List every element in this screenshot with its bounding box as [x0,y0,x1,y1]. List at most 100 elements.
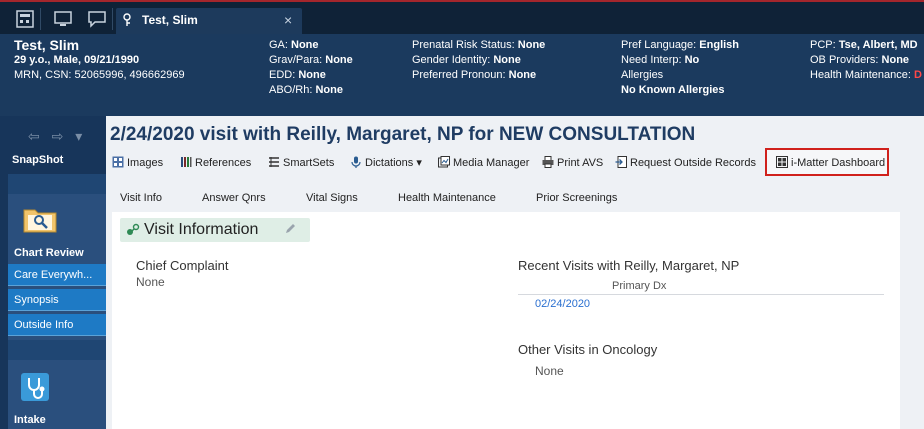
top-accent-line [0,0,924,2]
interp-value: No [684,54,700,66]
references-icon [181,157,192,167]
recent-visits-divider [518,294,884,295]
sidebar-band [8,340,106,360]
patient-pin-icon [123,13,131,26]
lang-label: Pref Language: [621,39,697,51]
smartsets-button[interactable]: SmartSets [268,156,334,169]
request-outside-records-label: Request Outside Records [630,157,756,169]
visit-info-header: Visit Information [120,218,310,242]
visit-info-content: Visit Information Chief Complaint None R… [112,212,900,429]
references-label: References [195,157,252,169]
patient-mrn: MRN, CSN: 52065996, 496662969 [14,69,185,81]
sidebar-panel: Chart Review Care Everywh... Synopsis Ou… [8,174,106,429]
patient-identity: Test, Slim 29 y.o., Male, 09/21/1990 MRN… [14,38,185,83]
hm-label[interactable]: Health Maintenance: [810,69,911,81]
patient-name: Test, Slim [14,37,80,53]
sidebar-item-snapshot[interactable]: SnapShot [12,154,63,166]
top-toolbar: Test, Slim × [0,0,924,34]
provider-summary: PCP: Tse, Albert, MD OB Providers: None … [810,38,922,83]
smartsets-icon [269,157,279,167]
primary-dx-header: Primary Dx [612,280,667,292]
request-records-icon [615,156,627,168]
print-avs-button[interactable]: Print AVS [542,156,603,169]
sidebar: ⇦ ⇨ ▾ SnapShot Chart Review Care Everywh… [0,116,106,429]
patient-age: 29 y.o., Male, 09/21/1990 [14,54,140,66]
images-button[interactable]: Images [112,156,163,169]
edd-value: None [298,69,326,81]
chief-complaint-label: Chief Complaint [136,258,229,273]
interp-label: Need Interp: [621,54,682,66]
images-icon [112,156,124,168]
gender-label: Gender Identity: [412,54,491,66]
lang-value: English [699,39,740,51]
media-manager-icon [438,156,450,168]
dictations-label: Dictations [365,157,414,169]
ga-value: None [291,39,319,51]
pcp-label: PCP: [810,39,836,51]
hm-value: D [913,69,922,81]
gravpara-label: Grav/Para: [269,54,323,66]
aborh-label: ABO/Rh: [269,84,313,96]
sidebar-item-intake[interactable]: Intake [14,414,46,426]
calculator-icon[interactable] [14,10,36,28]
pcp-value[interactable]: Tse, Albert, MD [839,39,918,51]
tab-vital-signs[interactable]: Vital Signs [306,192,358,204]
recent-visit-date-link[interactable]: 02/24/2020 [535,298,590,310]
demographics-summary: Prenatal Risk Status: None Gender Identi… [412,38,545,83]
visit-info-icon [127,223,140,235]
request-outside-records-button[interactable]: Request Outside Records [615,156,756,169]
pronoun-value: None [508,69,537,81]
toolbar-separator [40,8,41,30]
folder-icon[interactable] [22,204,58,234]
microphone-icon [351,156,361,168]
smartsets-label: SmartSets [283,157,335,169]
aborh-value: None [315,84,343,96]
pronoun-label: Preferred Pronoun: [412,69,506,81]
gender-value: None [493,54,521,66]
tab-visit-info[interactable]: Visit Info [120,192,162,204]
monitor-icon[interactable] [52,10,74,28]
references-button[interactable]: References [180,156,251,169]
tab-prior-screenings[interactable]: Prior Screenings [536,192,617,204]
imatter-dashboard-button[interactable]: i-Matter Dashboard [776,156,885,169]
toolbar-separator [112,8,113,30]
visit-info-title: Visit Information [144,221,259,238]
allergies-value: No Known Allergies [621,84,725,96]
gravpara-value: None [325,54,353,66]
prenatal-value: None [517,39,546,51]
allergies-label[interactable]: Allergies [621,68,739,83]
sidebar-item-chart-review[interactable]: Chart Review [14,247,84,259]
printer-icon [542,156,554,168]
chat-icon[interactable] [86,10,108,28]
imatter-dashboard-label: i-Matter Dashboard [791,157,886,169]
dictations-button[interactable]: Dictations ▾ [350,156,422,169]
patient-header: Test, Slim 29 y.o., Male, 09/21/1990 MRN… [0,34,924,116]
chevron-down-icon: ▾ [416,157,422,169]
images-label: Images [127,157,164,169]
ob-label: OB Providers: [810,54,879,66]
edd-label: EDD: [269,69,296,81]
nav-arrows[interactable]: ⇦ ⇨ ▾ [28,128,86,145]
prenatal-label: Prenatal Risk Status: [412,39,515,51]
tab-answer-qnrs[interactable]: Answer Qnrs [202,192,266,204]
sidebar-item-outside-info[interactable]: Outside Info [8,314,106,336]
language-allergy-summary: Pref Language: English Need Interp: No A… [621,38,739,98]
chief-complaint-value: None [136,275,165,289]
media-manager-label: Media Manager [453,157,530,169]
edit-pencil-icon[interactable] [284,223,296,235]
sidebar-item-care-everywhere[interactable]: Care Everywh... [8,264,106,286]
tab-health-maintenance[interactable]: Health Maintenance [398,192,496,204]
ob-value: None [881,54,910,66]
visit-title: 2/24/2020 visit with Reilly, Margaret, N… [110,124,696,145]
close-tab-icon[interactable]: × [284,12,292,28]
stethoscope-icon[interactable] [20,372,50,402]
sidebar-item-synopsis[interactable]: Synopsis [8,289,106,311]
other-visits-value: None [535,364,564,378]
ob-summary: GA: None Grav/Para: None EDD: None ABO/R… [269,38,353,98]
other-visits-label: Other Visits in Oncology [518,342,658,357]
ga-label: GA: [269,39,288,51]
print-avs-label: Print AVS [557,157,604,169]
patient-tab[interactable]: Test, Slim × [116,8,302,34]
sidebar-band [8,174,106,194]
media-manager-button[interactable]: Media Manager [438,156,529,169]
